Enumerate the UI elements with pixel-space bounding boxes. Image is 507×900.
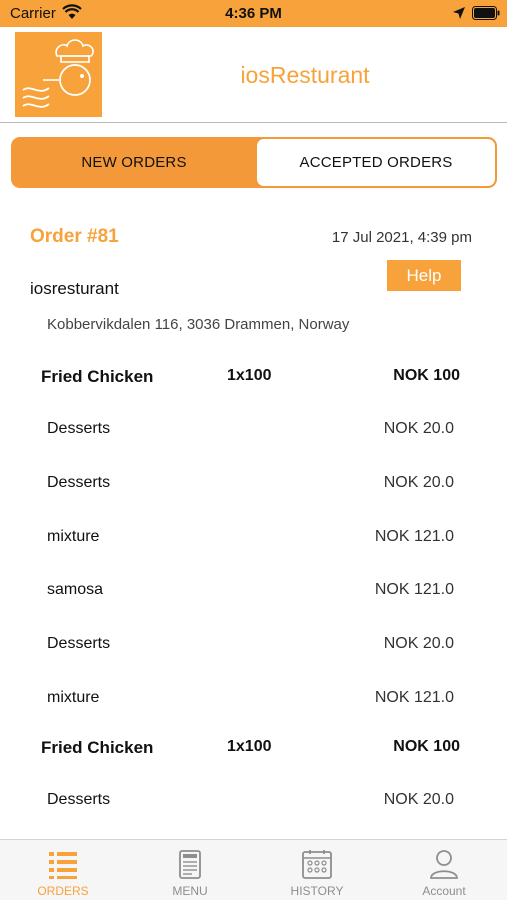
addon-name: Desserts xyxy=(47,420,111,437)
account-person-icon xyxy=(430,850,458,879)
tab-label: ORDERS xyxy=(37,884,89,898)
addon-name: samosa xyxy=(47,581,104,598)
order-item-row: Fried Chicken 1x100 NOK 100 xyxy=(0,367,507,391)
addon-name: mixture xyxy=(47,689,100,706)
order-addon-row: Desserts NOK 20.0 xyxy=(0,474,507,498)
tab-label: HISTORY xyxy=(290,884,344,898)
tab-label: Account xyxy=(422,884,466,898)
order-addon-row: mixture NOK 121.0 xyxy=(0,528,507,552)
order-date: 17 Jul 2021, 4:39 pm xyxy=(331,229,472,246)
order-addon-row: samosa NOK 121.0 xyxy=(0,581,507,605)
app-header: iosResturant xyxy=(0,27,507,123)
tab-label: MENU xyxy=(172,884,208,898)
item-name: Fried Chicken xyxy=(41,738,154,757)
tab-orders[interactable]: ORDERS xyxy=(0,840,126,900)
order-addon-row: Desserts NOK 20.0 xyxy=(0,420,507,444)
bottom-tab-bar: ORDERS MENU HISTORY Account xyxy=(0,839,507,900)
menu-card-icon xyxy=(179,850,201,879)
item-quantity: 1x100 xyxy=(227,367,272,384)
item-quantity: 1x100 xyxy=(227,738,272,755)
order-item-row: Fried Chicken 1x100 NOK 100 xyxy=(0,738,507,762)
item-price: NOK 100 xyxy=(393,738,460,755)
tab-account[interactable]: Account xyxy=(381,840,507,900)
status-bar: Carrier 4:36 PM xyxy=(0,0,507,27)
status-time: 4:36 PM xyxy=(225,5,282,22)
addon-name: mixture xyxy=(47,528,100,545)
help-button[interactable]: Help xyxy=(387,260,461,291)
restaurant-logo xyxy=(15,32,102,117)
restaurant-name: iosresturant xyxy=(30,279,119,298)
addon-price: NOK 20.0 xyxy=(383,635,454,652)
history-calendar-icon xyxy=(302,850,332,879)
item-name: Fried Chicken xyxy=(41,367,154,386)
addon-price: NOK 121.0 xyxy=(374,581,454,598)
order-addon-row: Desserts NOK 20.0 xyxy=(0,791,507,815)
app-title: iosResturant xyxy=(240,62,370,88)
item-price: NOK 100 xyxy=(393,367,460,384)
orders-segmented-control: NEW ORDERS ACCEPTED ORDERS xyxy=(11,137,497,188)
tab-history[interactable]: HISTORY xyxy=(254,840,380,900)
location-arrow-icon xyxy=(453,7,465,19)
addon-price: NOK 20.0 xyxy=(383,791,454,808)
addon-price: NOK 20.0 xyxy=(383,420,454,437)
addon-name: Desserts xyxy=(47,474,111,491)
order-addon-row: mixture NOK 121.0 xyxy=(0,689,507,713)
restaurant-address: Kobbervikdalen 116, 3036 Drammen, Norway xyxy=(47,316,350,333)
addon-price: NOK 121.0 xyxy=(374,528,454,545)
addon-name: Desserts xyxy=(47,635,111,652)
addon-price: NOK 121.0 xyxy=(374,689,454,706)
new-orders-tab[interactable]: NEW ORDERS xyxy=(13,139,255,186)
addon-name: Desserts xyxy=(47,791,111,808)
addon-price: NOK 20.0 xyxy=(383,474,454,491)
orders-list-icon xyxy=(49,852,77,879)
accepted-orders-tab[interactable]: ACCEPTED ORDERS xyxy=(257,139,495,186)
order-addon-row: Desserts NOK 20.0 xyxy=(0,635,507,659)
tab-menu[interactable]: MENU xyxy=(127,840,253,900)
chef-logo-icon xyxy=(22,39,94,108)
battery-icon xyxy=(472,6,500,20)
order-number: Order #81 xyxy=(30,226,119,247)
